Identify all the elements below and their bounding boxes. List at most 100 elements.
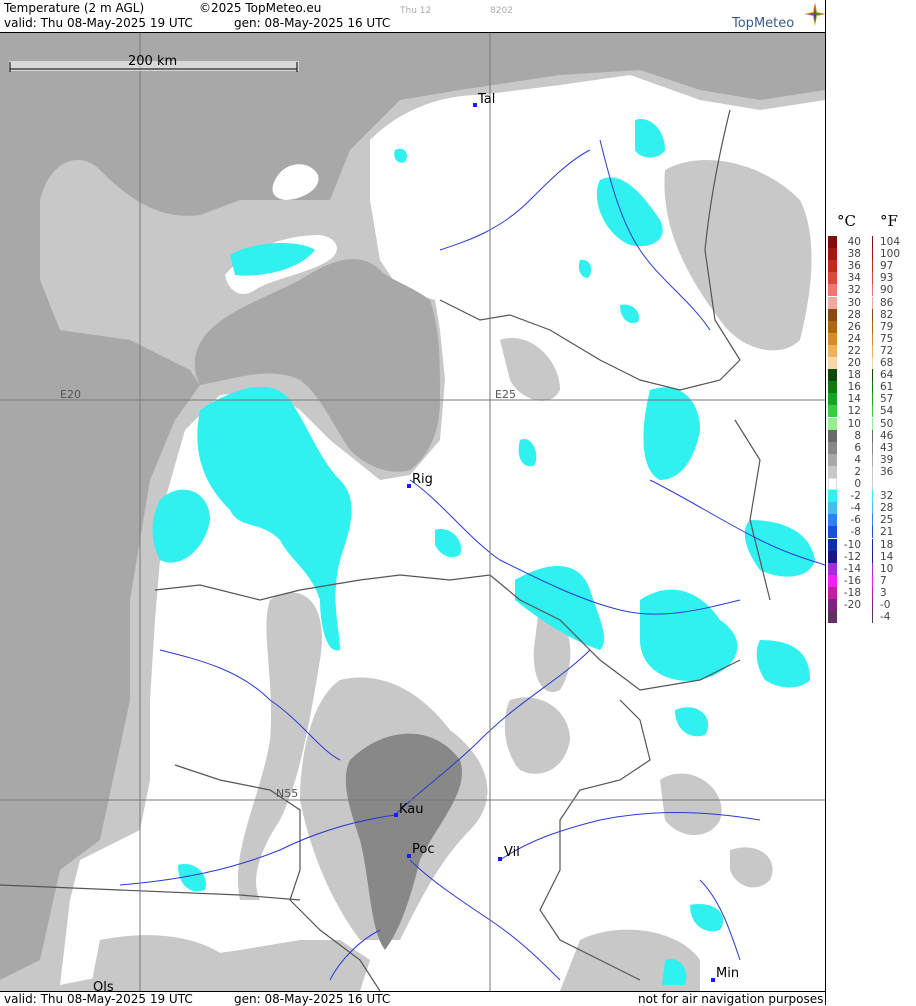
legend-swatch <box>828 599 837 611</box>
map-canvas: E20 E25 N55 200 km Tal Rig Kau Poc Vil M… <box>0 33 825 991</box>
legend-fahrenheit-value: 86 <box>880 296 894 309</box>
city-marker-icon <box>407 854 411 858</box>
celsius-unit: °C <box>837 212 856 230</box>
legend-row: 4 39 <box>826 453 916 466</box>
legend-fahrenheit-value: 68 <box>880 357 894 369</box>
city-min[interactable]: Min <box>711 966 739 982</box>
legend-celsius-value: 22 <box>847 344 861 357</box>
legend-bar <box>872 611 873 624</box>
legend-celsius-value: 38 <box>847 248 861 261</box>
legend-swatch <box>828 260 837 273</box>
scale-label: 200 km <box>128 54 177 69</box>
legend-bar <box>872 526 873 539</box>
temperature-map[interactable]: E20 E25 N55 200 km Tal Rig Kau Poc Vil M… <box>0 33 825 991</box>
city-marker-icon <box>473 103 477 107</box>
legend-fahrenheit-value: 93 <box>880 272 894 285</box>
legend-row: 2 36 <box>826 465 916 478</box>
legend-swatch <box>828 490 837 503</box>
compass-star-icon <box>804 2 826 26</box>
legend-celsius-value: -4 <box>850 502 861 515</box>
footer-disclaimer: not for air navigation purposes <box>638 992 824 1006</box>
copyright-text: ©2025 TopMeteo.eu <box>199 1 322 15</box>
footer-valid-time: valid: Thu 08-May-2025 19 UTC <box>4 992 193 1006</box>
legend-celsius-value: -2 <box>850 490 861 503</box>
legend-row: 40 104 <box>826 236 916 248</box>
legend-bar <box>872 429 873 442</box>
legend-row: 28 82 <box>826 308 916 321</box>
legend-bar <box>872 320 873 333</box>
legend-bar <box>872 562 873 575</box>
legend-celsius-value: 24 <box>847 332 861 345</box>
footer-generated-time: gen: 08-May-2025 16 UTC <box>234 992 391 1006</box>
city-ols[interactable]: Ols <box>93 980 114 991</box>
legend-row: 8 46 <box>826 429 916 442</box>
legend-fahrenheit-value: 64 <box>880 369 894 382</box>
legend-celsius-value: -12 <box>843 550 861 563</box>
city-label-kau: Kau <box>399 802 424 817</box>
legend-bar <box>872 296 873 309</box>
legend-celsius-value: -16 <box>843 574 861 587</box>
legend-bar <box>872 490 873 503</box>
legend-celsius-value: 20 <box>847 357 861 369</box>
legend-bar <box>872 465 873 478</box>
legend-row: 22 72 <box>826 344 916 357</box>
legend-fahrenheit-value: 32 <box>880 490 894 503</box>
city-label-vil: Vil <box>504 845 520 860</box>
legend-swatch <box>828 381 837 394</box>
legend-bar <box>872 599 873 611</box>
legend-bar <box>872 514 873 527</box>
legend-fahrenheit-value: 97 <box>880 260 894 273</box>
legend-bar <box>872 332 873 345</box>
city-kau[interactable]: Kau <box>394 802 424 817</box>
legend-row: -16 7 <box>826 574 916 587</box>
legend-swatch <box>828 296 837 309</box>
legend-fahrenheit-value: -4 <box>880 611 891 624</box>
legend-row: -4 28 <box>826 502 916 515</box>
legend-swatch <box>828 320 837 333</box>
legend-fahrenheit-value: 61 <box>880 381 894 394</box>
legend-celsius-value: 8 <box>854 429 861 442</box>
legend-row: -12 14 <box>826 550 916 563</box>
legend-fahrenheit-value: 43 <box>880 441 894 454</box>
city-label-poc: Poc <box>412 842 434 857</box>
legend-bar <box>872 441 873 454</box>
legend-swatch <box>828 453 837 466</box>
legend-swatch <box>828 586 837 599</box>
legend-fahrenheit-value: 28 <box>880 502 894 515</box>
legend-bar <box>872 284 873 297</box>
legend-row: 38 100 <box>826 248 916 261</box>
city-marker-icon <box>394 813 398 817</box>
legend-fahrenheit-value: 72 <box>880 344 894 357</box>
legend-row: -8 21 <box>826 526 916 539</box>
product-title: Temperature (2 m AGL) <box>4 1 145 15</box>
legend-row: 6 43 <box>826 441 916 454</box>
map-footer: valid: Thu 08-May-2025 19 UTC gen: 08-Ma… <box>0 991 825 1006</box>
city-marker-icon <box>407 484 411 488</box>
legend-row: 24 75 <box>826 332 916 345</box>
legend-swatch <box>828 441 837 454</box>
legend-fahrenheit-value: 36 <box>880 465 894 478</box>
legend-bar <box>872 369 873 382</box>
legend-celsius-value: -20 <box>843 599 861 611</box>
legend-fahrenheit-value: -0 <box>880 599 891 611</box>
legend-bar <box>872 272 873 285</box>
legend-fahrenheit-value: 10 <box>880 562 894 575</box>
legend-celsius-value: 10 <box>847 417 861 430</box>
legend-celsius-value: 4 <box>854 453 861 466</box>
legend-bar <box>872 550 873 563</box>
city-poc[interactable]: Poc <box>407 842 434 858</box>
legend-celsius-value: -8 <box>850 526 861 539</box>
city-marker-icon <box>498 857 502 861</box>
legend-swatch <box>828 502 837 515</box>
topmeteo-logo[interactable]: TopMeteo <box>732 2 826 32</box>
map-header: Temperature (2 m AGL) ©2025 TopMeteo.eu … <box>0 0 826 33</box>
legend-row: -2 32 <box>826 490 916 503</box>
grid-label-e25: E25 <box>495 388 516 401</box>
legend-bar <box>872 586 873 599</box>
legend-fahrenheit-value: 54 <box>880 405 894 418</box>
legend-row: 34 93 <box>826 272 916 285</box>
legend-fahrenheit-value: 46 <box>880 429 894 442</box>
legend-swatch <box>828 369 837 382</box>
legend-bar <box>872 574 873 587</box>
legend-swatch <box>828 405 837 418</box>
